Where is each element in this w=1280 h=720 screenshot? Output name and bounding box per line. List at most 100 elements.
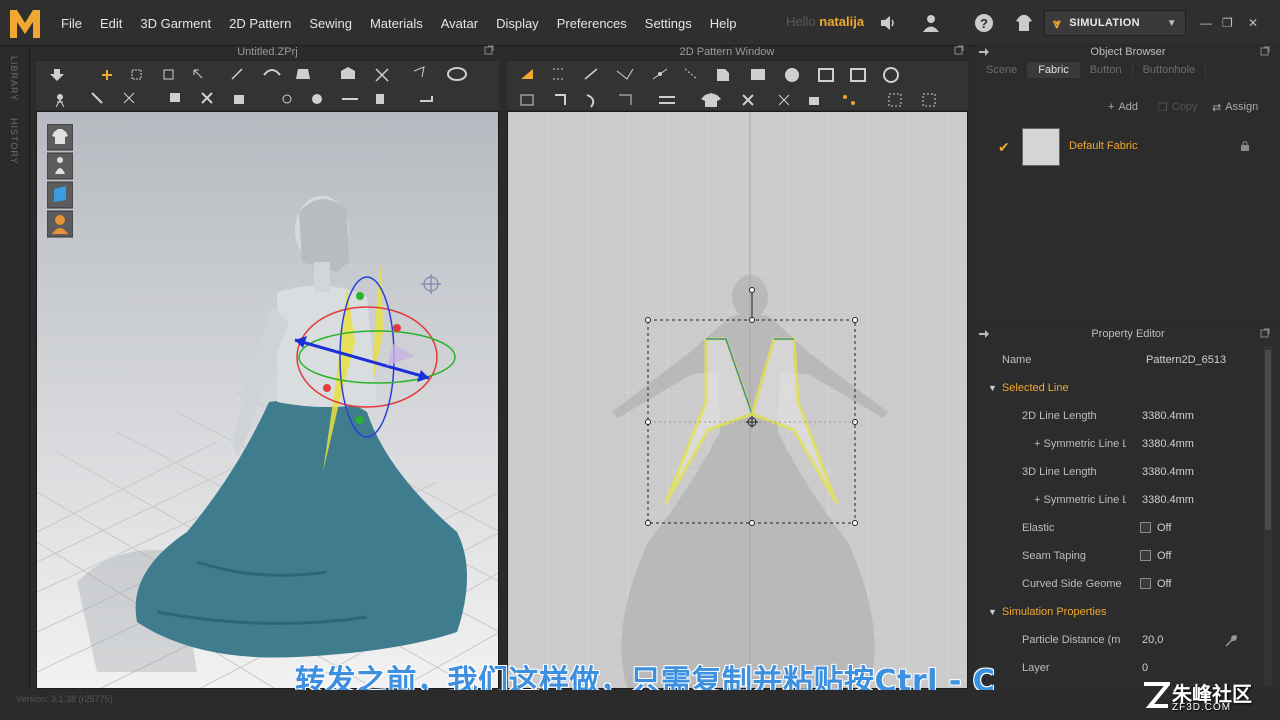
prop-curved-side-toggle[interactable]: Off bbox=[1140, 570, 1171, 598]
fabric-swatch bbox=[1022, 128, 1060, 166]
menu-avatar[interactable]: Avatar bbox=[432, 16, 487, 31]
undock-pe-icon[interactable] bbox=[1260, 328, 1270, 338]
prop-curved-side: Curved Side Geome Off bbox=[990, 570, 1252, 598]
viewport-2d[interactable] bbox=[507, 111, 968, 689]
prop-particle-distance-value[interactable]: 20,0 bbox=[1142, 626, 1163, 654]
prop-seam-taping: Seam Taping Off bbox=[990, 542, 1252, 570]
checkmark-icon: ✔ bbox=[998, 139, 1010, 155]
prop-seam-taping-toggle[interactable]: Off bbox=[1140, 542, 1171, 570]
lock-icon[interactable] bbox=[1240, 140, 1250, 152]
toolbar-3d bbox=[36, 60, 499, 110]
seam-taping-checkbox[interactable] bbox=[1140, 550, 1151, 561]
main-menu: File Edit 3D Garment 2D Pattern Sewing M… bbox=[52, 0, 746, 46]
pattern-canvas[interactable] bbox=[508, 112, 968, 689]
assign-button-label: Assign bbox=[1225, 101, 1259, 113]
user-icon[interactable] bbox=[921, 13, 941, 33]
add-button-label: Add bbox=[1118, 101, 1139, 113]
viewport-3d-scene[interactable] bbox=[37, 112, 499, 689]
prop-elastic-value: Off bbox=[1157, 522, 1172, 534]
prop-layer-label: Layer bbox=[1022, 662, 1050, 674]
fabric-list-item[interactable]: ✔ Default Fabric bbox=[988, 126, 1272, 168]
assign-icon: ⇄ bbox=[1212, 101, 1222, 114]
object-browser-tabs: Scene Fabric Button Buttonhole bbox=[976, 62, 1207, 78]
prop-sym-line-1-value[interactable]: 3380.4mm bbox=[1142, 430, 1194, 458]
prop-elastic-label: Elastic bbox=[1022, 522, 1055, 534]
menu-materials[interactable]: Materials bbox=[361, 16, 432, 31]
curved-side-checkbox[interactable] bbox=[1140, 578, 1151, 589]
watermark-url: ZF3D.COM bbox=[1172, 702, 1232, 713]
help-icon[interactable]: ? bbox=[974, 13, 994, 33]
prop-2d-line-length-label: 2D Line Length bbox=[1022, 410, 1097, 422]
view2d-title: 2D Pattern Window bbox=[679, 46, 775, 58]
menu-help[interactable]: Help bbox=[701, 16, 746, 31]
prop-elastic: Elastic Off bbox=[990, 514, 1252, 542]
section-simulation-properties-label: Simulation Properties bbox=[1001, 606, 1107, 618]
tab-buttonhole[interactable]: Buttonhole bbox=[1133, 62, 1207, 78]
prop-name: Name Pattern2D_6513 bbox=[990, 346, 1252, 374]
toolbar-2d bbox=[507, 60, 968, 110]
simulation-button[interactable]: ⩔ SIMULATION ▼ bbox=[1044, 10, 1186, 36]
simulation-chevron-icon: ⩔ bbox=[1053, 14, 1062, 31]
prop-curved-side-label: Curved Side Geome bbox=[1022, 578, 1122, 590]
speaker-icon[interactable] bbox=[878, 13, 898, 33]
elastic-checkbox[interactable] bbox=[1140, 522, 1151, 533]
prop-2d-line-length-value[interactable]: 3380.4mm bbox=[1142, 402, 1194, 430]
add-button[interactable]: + Add bbox=[1102, 98, 1144, 116]
toolbar-3d-icons bbox=[50, 66, 467, 108]
user-greeting: Hello natalija bbox=[786, 14, 864, 29]
property-scrollbar[interactable] bbox=[1264, 346, 1272, 686]
undock-3d-icon[interactable] bbox=[484, 45, 494, 55]
prop-3d-line-length: 3D Line Length 3380.4mm bbox=[990, 458, 1252, 486]
prop-seam-taping-value: Off bbox=[1157, 550, 1172, 562]
view3d-title: Untitled.ZPrj bbox=[237, 46, 298, 58]
menu-display[interactable]: Display bbox=[487, 16, 548, 31]
tab-button[interactable]: Button bbox=[1080, 62, 1133, 78]
object-browser: Object Browser Scene Fabric Button Butto… bbox=[976, 44, 1280, 322]
side-tabs: LIBRARY HISTORY bbox=[0, 46, 30, 690]
watermark-logo-icon bbox=[1144, 682, 1170, 708]
prop-3d-line-length-value[interactable]: 3380.4mm bbox=[1142, 458, 1194, 486]
object-browser-title: Object Browser bbox=[1090, 46, 1166, 58]
tab-fabric[interactable]: Fabric bbox=[1028, 62, 1080, 78]
viewport-3d[interactable] bbox=[36, 111, 499, 689]
prop-name-value[interactable]: Pattern2D_6513 bbox=[1146, 346, 1226, 374]
library-tab[interactable]: LIBRARY bbox=[9, 56, 19, 101]
menubar: File Edit 3D Garment 2D Pattern Sewing M… bbox=[0, 0, 1280, 46]
garment-settings-icon[interactable] bbox=[1014, 13, 1034, 33]
prop-particle-distance: Particle Distance (m 20,0 bbox=[990, 626, 1252, 654]
section-selected-line[interactable]: ▼ Selected Line bbox=[988, 378, 1069, 398]
wrench-icon[interactable] bbox=[1224, 634, 1238, 648]
menu-sewing[interactable]: Sewing bbox=[300, 16, 361, 31]
undock-ob-icon[interactable] bbox=[1260, 46, 1270, 56]
menu-edit[interactable]: Edit bbox=[91, 16, 131, 31]
menu-2d-pattern[interactable]: 2D Pattern bbox=[220, 16, 300, 31]
collapse-triangle-icon: ▼ bbox=[988, 383, 997, 393]
copy-button[interactable]: ❐ Copy bbox=[1152, 98, 1204, 116]
undock-2d-icon[interactable] bbox=[954, 45, 964, 55]
section-selected-line-label: Selected Line bbox=[1001, 382, 1069, 394]
user-name[interactable]: natalija bbox=[819, 14, 864, 29]
property-scrollbar-thumb[interactable] bbox=[1265, 350, 1271, 530]
history-tab[interactable]: HISTORY bbox=[9, 118, 19, 165]
prop-2d-line-length: 2D Line Length 3380.4mm bbox=[990, 402, 1252, 430]
menu-file[interactable]: File bbox=[52, 16, 91, 31]
prop-sym-line-2-label: + Symmetric Line Le bbox=[1034, 494, 1126, 506]
minimize-icon[interactable]: — bbox=[1200, 16, 1212, 30]
section-simulation-properties[interactable]: ▼ Simulation Properties bbox=[988, 602, 1106, 622]
prop-name-label: Name bbox=[1002, 354, 1032, 366]
copy-button-label: Copy bbox=[1171, 101, 1198, 113]
fabric-name: Default Fabric bbox=[1069, 140, 1138, 152]
prop-curved-side-value: Off bbox=[1157, 578, 1172, 590]
menu-3d-garment[interactable]: 3D Garment bbox=[131, 16, 220, 31]
tab-scene[interactable]: Scene bbox=[976, 62, 1029, 78]
prop-sym-line-2-value[interactable]: 3380.4mm bbox=[1142, 486, 1194, 514]
menu-preferences[interactable]: Preferences bbox=[548, 16, 636, 31]
close-icon[interactable]: ✕ bbox=[1248, 16, 1258, 30]
prop-elastic-toggle[interactable]: Off bbox=[1140, 514, 1171, 542]
menu-settings[interactable]: Settings bbox=[636, 16, 701, 31]
assign-button[interactable]: ⇄ Assign bbox=[1206, 98, 1264, 116]
dropdown-arrow-icon[interactable]: ▼ bbox=[1167, 18, 1177, 29]
watermark: 朱峰社区 ZF3D.COM bbox=[1142, 676, 1272, 716]
restore-icon[interactable]: ❐ bbox=[1222, 16, 1233, 30]
prop-particle-distance-label: Particle Distance (m bbox=[1022, 634, 1121, 646]
